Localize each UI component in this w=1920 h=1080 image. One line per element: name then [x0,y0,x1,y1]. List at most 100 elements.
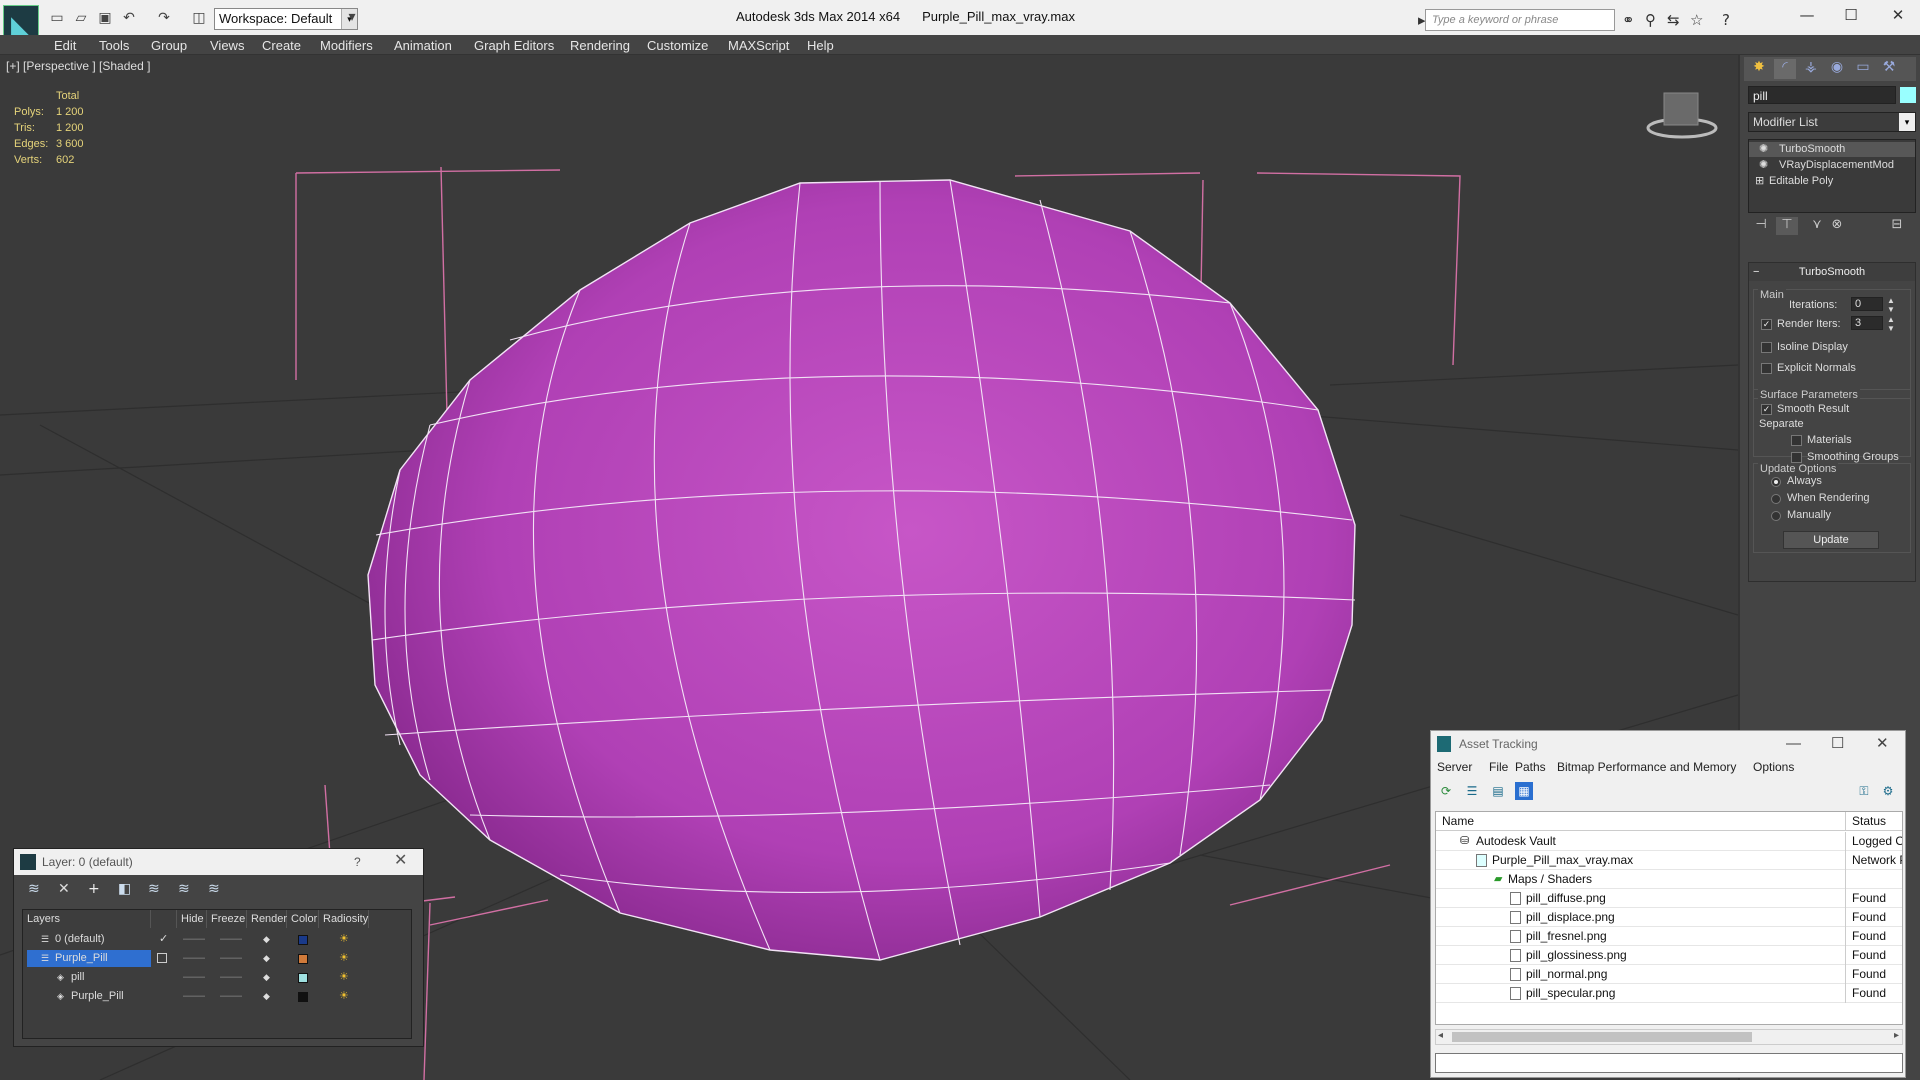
add-layer-icon[interactable]: + [88,881,100,897]
render-teapot-icon[interactable]: ◆ [263,968,270,987]
layer-color-swatch[interactable] [298,954,308,964]
asset-path-field[interactable] [1435,1053,1903,1073]
asset-row[interactable]: pill_diffuse.png Found [1436,889,1902,908]
column-header[interactable]: Radiosity [319,910,369,928]
project-folder-icon[interactable]: ◫ [190,9,208,27]
layer-row[interactable]: ◈ Purple_Pill —— —— ◆ ☀ [23,987,411,1006]
workspace-dropdown[interactable]: Workspace: Default ▾ [214,8,358,30]
create-tab-icon[interactable]: ✸ [1748,59,1770,79]
layer-row[interactable]: ◈ pill —— —— ◆ ☀ [23,968,411,987]
spinner-arrows-icon[interactable]: ▲ ▼ [1887,315,1895,333]
column-header[interactable]: Color [287,910,319,928]
render-teapot-icon[interactable]: ◆ [263,949,270,968]
menu-tools[interactable]: Tools [99,38,129,53]
menu-options[interactable]: Options [1753,760,1794,774]
utilities-tab-icon[interactable]: ⚒ [1878,59,1900,79]
explicit-normals-checkbox[interactable] [1761,363,1772,374]
layer-row[interactable]: ☰ Purple_Pill —— —— ◆ ☀ [23,949,411,968]
current-layer-check-icon[interactable]: ✓ [159,930,168,949]
menu-edit[interactable]: Edit [54,38,76,53]
menu-help[interactable]: Help [807,38,834,53]
freeze-toggle[interactable]: —— [220,968,242,987]
modify-tab-icon[interactable]: ◜ [1774,59,1796,79]
maximize-icon[interactable]: ☐ [1831,731,1844,757]
scroll-thumb[interactable] [1452,1032,1752,1042]
expand-plus-icon[interactable]: ⊞ [1755,174,1764,187]
smoothing-groups-checkbox[interactable] [1791,452,1802,463]
hide-toggle[interactable]: —— [183,949,205,968]
viewcube[interactable] [1646,92,1718,139]
asset-tracking-title-bar[interactable]: Asset Tracking — ☐ ✕ [1431,731,1905,757]
close-icon[interactable]: ✕ [394,848,407,874]
render-teapot-icon[interactable]: ◆ [263,987,270,1006]
asset-row[interactable]: ▰ Maps / Shaders [1436,870,1902,889]
display-tab-icon[interactable]: ▭ [1852,59,1874,79]
close-icon[interactable]: ✕ [1876,731,1889,757]
minimize-icon[interactable]: — [1786,731,1801,757]
freeze-toggle[interactable]: —— [220,930,242,949]
menu-bitmap-performance[interactable]: Bitmap Performance and Memory [1557,760,1736,774]
asset-row[interactable]: pill_fresnel.png Found [1436,927,1902,946]
menu-animation[interactable]: Animation [394,38,452,53]
asset-row[interactable]: pill_displace.png Found [1436,908,1902,927]
render-teapot-icon[interactable]: ◆ [263,930,270,949]
asset-row[interactable]: Purple_Pill_max_vray.max Network P [1436,851,1902,870]
menu-rendering[interactable]: Rendering [570,38,630,53]
show-end-result-icon[interactable]: ⊤ [1776,217,1798,235]
stack-item-turbosmooth[interactable]: ✺ TurboSmooth [1749,142,1915,157]
column-header-status[interactable]: Status [1846,812,1902,831]
column-header-name[interactable]: Name [1436,812,1846,831]
close-icon[interactable]: ✕ [1888,6,1908,24]
lightbulb-icon[interactable]: ✺ [1759,158,1768,171]
menu-group[interactable]: Group [151,38,187,53]
hide-toggle[interactable]: —— [183,987,205,1006]
layer-row[interactable]: ☰ 0 (default) ✓ —— —— ◆ ☀ [23,930,411,949]
layer-dialog-title-bar[interactable]: Layer: 0 (default) ? ✕ [14,849,423,875]
radiosity-icon[interactable]: ☀ [339,930,349,949]
set-current-box[interactable] [157,953,167,963]
asset-row[interactable]: pill_normal.png Found [1436,965,1902,984]
open-icon[interactable]: ▱ [72,9,90,27]
menu-modifiers[interactable]: Modifiers [320,38,373,53]
render-iters-checkbox[interactable]: ✓ [1761,319,1772,330]
horizontal-scrollbar[interactable]: ◂ ▸ [1435,1029,1903,1045]
manually-radio[interactable] [1771,511,1781,521]
asset-row[interactable]: pill_glossiness.png Found [1436,946,1902,965]
column-header[interactable]: Render [247,910,287,928]
favorites-star-icon[interactable]: ☆ [1690,11,1703,29]
help-icon[interactable]: ? [1722,11,1730,29]
select-objects-icon[interactable]: ◧ [118,881,131,897]
menu-server[interactable]: Server [1437,760,1472,774]
details-view-icon[interactable]: ▤ [1489,782,1507,800]
hide-all-icon[interactable]: ≋ [178,881,190,897]
exchange-icon[interactable]: ⇆ [1667,11,1680,29]
redo-icon[interactable]: ↷ [155,9,173,27]
smooth-result-checkbox[interactable]: ✓ [1761,404,1772,415]
motion-tab-icon[interactable]: ◉ [1826,59,1848,79]
always-radio[interactable] [1771,477,1781,487]
key-icon[interactable]: ⚲ [1645,11,1656,29]
viewport-label[interactable]: [+] [Perspective ] [Shaded ] [6,59,150,73]
highlight-layer-icon[interactable]: ≋ [148,881,160,897]
minimize-icon[interactable]: — [1797,6,1817,24]
object-color-swatch[interactable] [1900,87,1916,103]
pin-stack-icon[interactable]: ⊣ [1750,217,1772,235]
menu-views[interactable]: Views [210,38,244,53]
column-header[interactable]: Freeze [207,910,247,928]
stack-item-vraydisplacement[interactable]: ✺ VRayDisplacementMod [1749,158,1915,173]
asset-row[interactable]: ⛁ Autodesk Vault Logged Ou [1436,832,1902,851]
radiosity-icon[interactable]: ☀ [339,949,349,968]
layer-color-swatch[interactable] [298,935,308,945]
lightbulb-icon[interactable]: ✺ [1759,142,1768,155]
menu-file[interactable]: File [1489,760,1508,774]
menu-customize[interactable]: Customize [647,38,708,53]
when-rendering-radio[interactable] [1771,494,1781,504]
radiosity-icon[interactable]: ☀ [339,968,349,987]
object-name-field[interactable]: pill [1748,86,1896,104]
asset-row[interactable]: pill_specular.png Found [1436,984,1902,1003]
help-button[interactable]: ? [354,849,361,875]
table-view-icon[interactable]: ▦ [1515,782,1533,800]
hierarchy-tab-icon[interactable]: ⚶ [1800,59,1822,79]
menu-create[interactable]: Create [262,38,301,53]
column-header[interactable]: Hide [177,910,207,928]
